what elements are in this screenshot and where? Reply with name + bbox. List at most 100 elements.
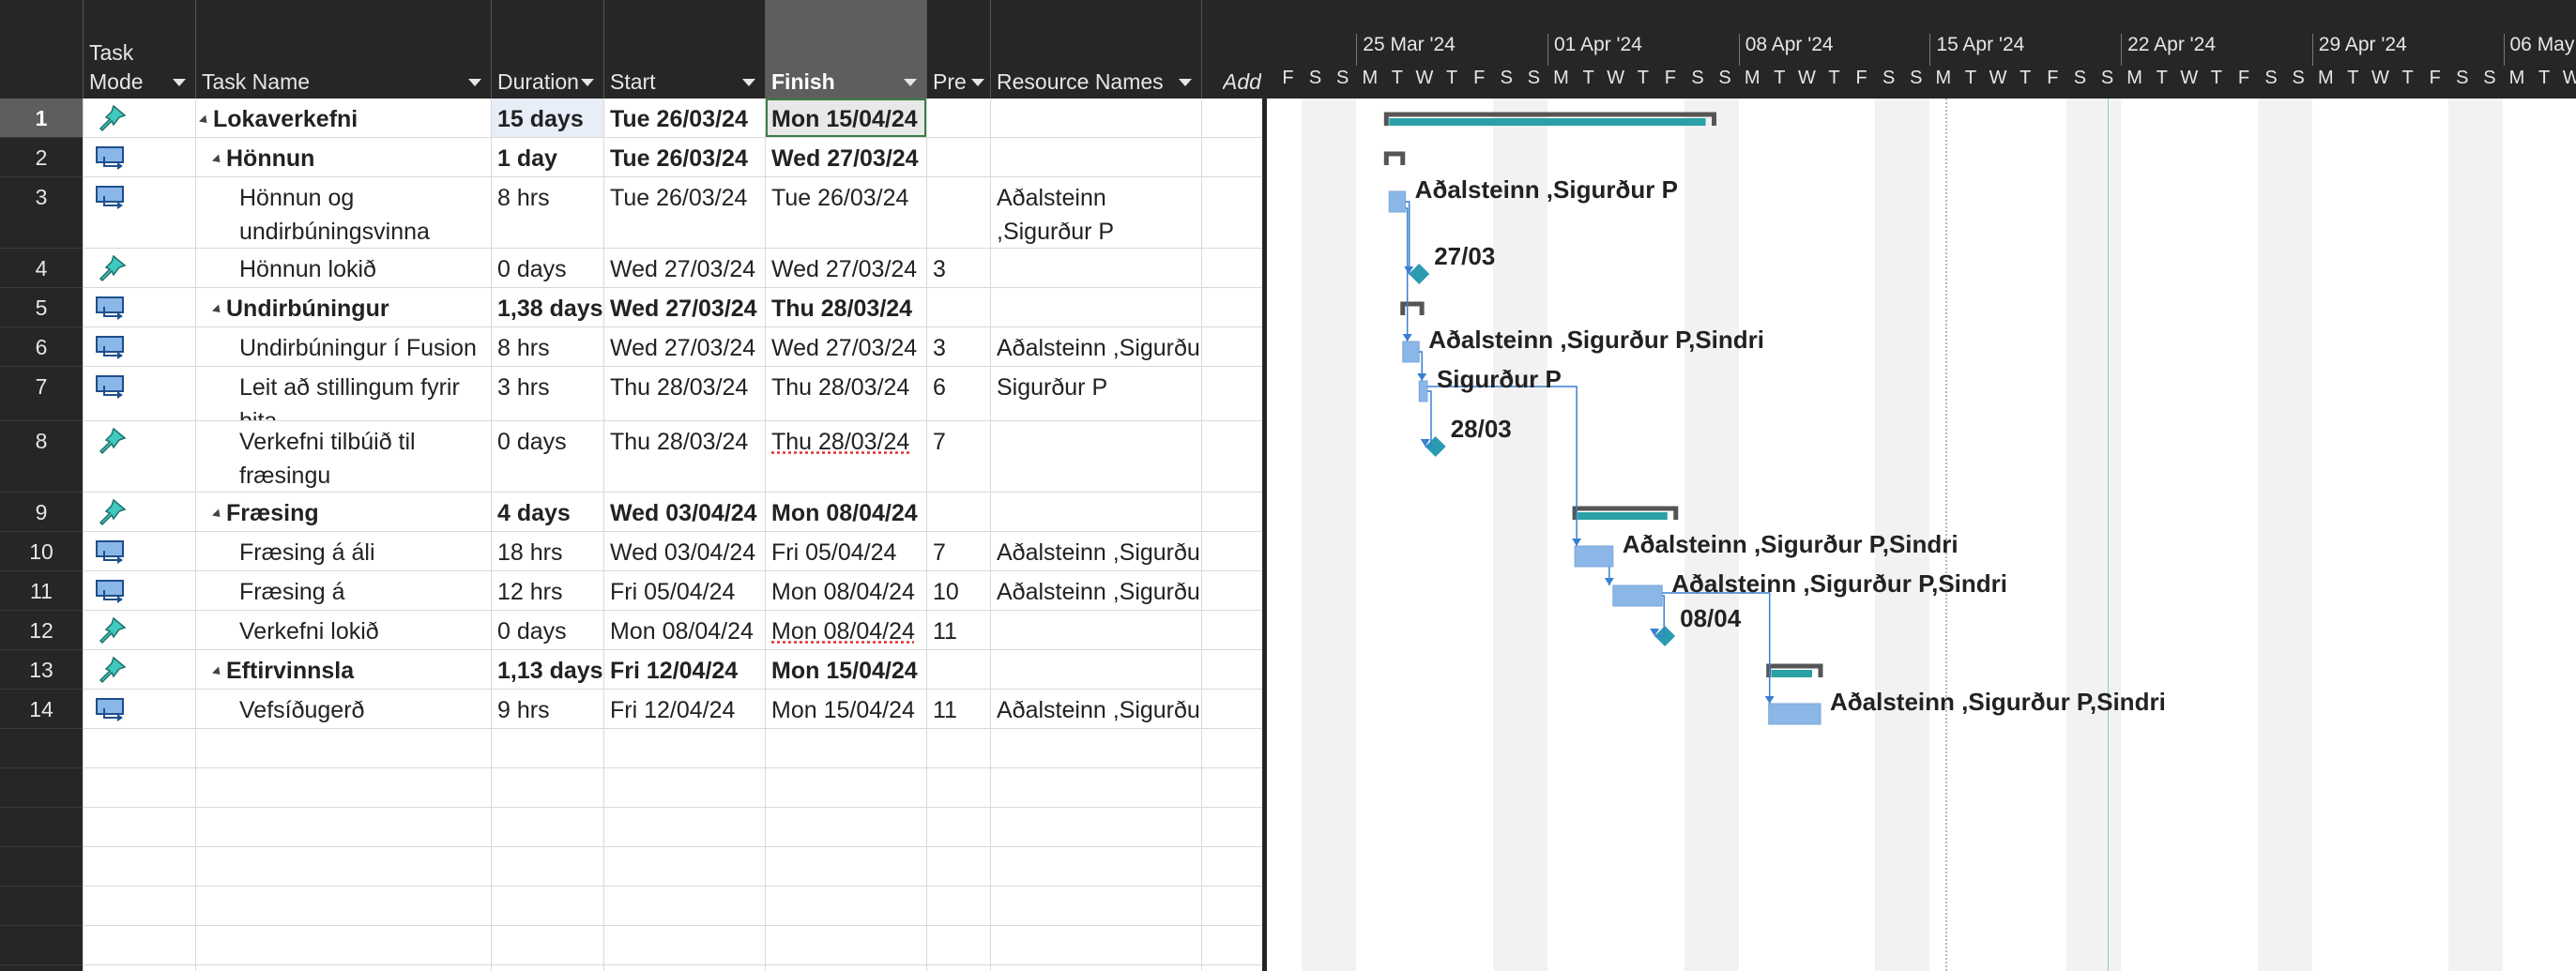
chevron-down-icon[interactable]: [468, 79, 481, 86]
task-mode-cell[interactable]: [83, 650, 195, 689]
empty-cell[interactable]: [603, 847, 765, 886]
resource-names-cell[interactable]: [990, 650, 1201, 689]
start-cell[interactable]: Wed 27/03/24: [603, 288, 765, 326]
row-number[interactable]: 3: [0, 177, 83, 249]
column-header-predecessors[interactable]: Pre: [926, 0, 990, 99]
resource-names-cell[interactable]: [990, 288, 1201, 326]
collapse-triangle-icon[interactable]: [211, 304, 224, 316]
empty-cell[interactable]: [765, 768, 926, 807]
predecessors-cell[interactable]: [926, 138, 990, 176]
predecessors-cell[interactable]: 6: [926, 367, 990, 420]
row-number[interactable]: 14: [0, 690, 83, 729]
empty-cell[interactable]: [765, 887, 926, 925]
finish-cell[interactable]: Thu 28/03/24: [765, 421, 926, 492]
finish-cell[interactable]: Wed 27/03/24: [765, 138, 926, 176]
row-number[interactable]: 12: [0, 611, 83, 650]
resource-names-cell[interactable]: [990, 99, 1201, 137]
table-row[interactable]: 12 Verkefni lokið 0 days Mon 08/04/24 Mon 08…: [0, 611, 1262, 650]
table-row[interactable]: 5 Undirbúningur 1,38 days Wed 27/03/24 Thu 2…: [0, 288, 1262, 327]
add-column-cell[interactable]: [1201, 99, 1262, 137]
task-mode-cell[interactable]: [83, 532, 195, 570]
empty-cell[interactable]: [1201, 768, 1262, 807]
collapse-triangle-icon[interactable]: [211, 508, 224, 521]
empty-cell[interactable]: [491, 768, 603, 807]
empty-cell[interactable]: [83, 887, 195, 925]
start-cell[interactable]: Wed 27/03/24: [603, 327, 765, 366]
empty-cell[interactable]: [990, 965, 1201, 971]
predecessors-cell[interactable]: [926, 177, 990, 248]
duration-cell[interactable]: 9 hrs: [491, 690, 603, 728]
predecessors-cell[interactable]: [926, 288, 990, 326]
row-number[interactable]: 6: [0, 327, 83, 367]
resource-names-cell[interactable]: Aðalsteinn ,Sigurður P,Sindri: [990, 690, 1201, 728]
finish-cell[interactable]: Mon 15/04/24: [765, 650, 926, 689]
empty-row[interactable]: [0, 808, 1262, 847]
row-number[interactable]: 10: [0, 532, 83, 571]
table-row[interactable]: 6 Undirbúningur í Fusion 8 hrs Wed 27/03/24…: [0, 327, 1262, 367]
empty-cell[interactable]: [926, 768, 990, 807]
task-mode-cell[interactable]: [83, 421, 195, 492]
add-column-cell[interactable]: [1201, 288, 1262, 326]
add-column-cell[interactable]: [1201, 493, 1262, 531]
task-bar[interactable]: [1418, 380, 1428, 402]
task-mode-cell[interactable]: [83, 327, 195, 366]
empty-cell[interactable]: [491, 926, 603, 964]
empty-cell[interactable]: [1201, 887, 1262, 925]
chevron-down-icon[interactable]: [1179, 79, 1192, 86]
empty-cell[interactable]: [491, 847, 603, 886]
empty-cell[interactable]: [990, 887, 1201, 925]
row-number[interactable]: 2: [0, 138, 83, 177]
row-number[interactable]: [0, 926, 83, 965]
duration-cell[interactable]: 0 days: [491, 611, 603, 649]
predecessors-cell[interactable]: 7: [926, 532, 990, 570]
duration-cell[interactable]: 4 days: [491, 493, 603, 531]
add-column-cell[interactable]: [1201, 177, 1262, 248]
chevron-down-icon[interactable]: [742, 79, 755, 86]
predecessors-cell[interactable]: 10: [926, 571, 990, 610]
empty-cell[interactable]: [990, 847, 1201, 886]
task-name-cell[interactable]: Verkefni lokið: [195, 611, 491, 649]
table-row[interactable]: 8 Verkefni tilbúið til fræsingu 0 days Thu …: [0, 421, 1262, 493]
task-name-cell[interactable]: Hönnun: [195, 138, 491, 176]
empty-cell[interactable]: [926, 808, 990, 846]
empty-cell[interactable]: [603, 926, 765, 964]
task-mode-cell[interactable]: [83, 493, 195, 531]
empty-cell[interactable]: [603, 729, 765, 767]
table-row[interactable]: 4 Hönnun lokið 0 days Wed 27/03/24 Wed 27/03…: [0, 249, 1262, 288]
predecessors-cell[interactable]: 11: [926, 611, 990, 649]
resource-names-cell[interactable]: Sigurður P: [990, 367, 1201, 420]
empty-cell[interactable]: [195, 729, 491, 767]
start-cell[interactable]: Fri 12/04/24: [603, 690, 765, 728]
task-mode-cell[interactable]: [83, 99, 195, 137]
column-header-start[interactable]: Start: [603, 0, 765, 99]
empty-cell[interactable]: [195, 887, 491, 925]
column-header-add-new[interactable]: Add: [1201, 0, 1262, 99]
row-number[interactable]: 4: [0, 249, 83, 288]
start-cell[interactable]: Thu 28/03/24: [603, 421, 765, 492]
empty-row[interactable]: [0, 768, 1262, 808]
empty-cell[interactable]: [603, 887, 765, 925]
empty-cell[interactable]: [990, 768, 1201, 807]
empty-cell[interactable]: [195, 768, 491, 807]
task-name-cell[interactable]: Hönnun og undirbúningsvinna: [195, 177, 491, 248]
empty-cell[interactable]: [765, 926, 926, 964]
task-bar[interactable]: [1388, 190, 1407, 213]
empty-cell[interactable]: [491, 729, 603, 767]
task-bar[interactable]: [1612, 584, 1663, 607]
start-cell[interactable]: Fri 05/04/24: [603, 571, 765, 610]
duration-cell[interactable]: 18 hrs: [491, 532, 603, 570]
resource-names-cell[interactable]: [990, 138, 1201, 176]
task-bar[interactable]: [1574, 545, 1614, 568]
start-cell[interactable]: Wed 27/03/24: [603, 249, 765, 287]
task-name-cell[interactable]: Undirbúningur: [195, 288, 491, 326]
empty-cell[interactable]: [926, 729, 990, 767]
summary-bar[interactable]: [1389, 118, 1706, 126]
column-header-resource-names[interactable]: Resource Names: [990, 0, 1201, 99]
task-name-cell[interactable]: Lokaverkefni: [195, 99, 491, 137]
duration-cell[interactable]: 15 days: [491, 99, 603, 137]
resource-names-cell[interactable]: [990, 421, 1201, 492]
add-column-cell[interactable]: [1201, 611, 1262, 649]
duration-cell[interactable]: 1 day: [491, 138, 603, 176]
table-row[interactable]: 1 Lokaverkefni 15 days Tue 26/03/24 Mon 15/0…: [0, 99, 1262, 138]
table-row[interactable]: 14 Vefsíðugerð 9 hrs Fri 12/04/24 Mon 15/04/…: [0, 690, 1262, 729]
